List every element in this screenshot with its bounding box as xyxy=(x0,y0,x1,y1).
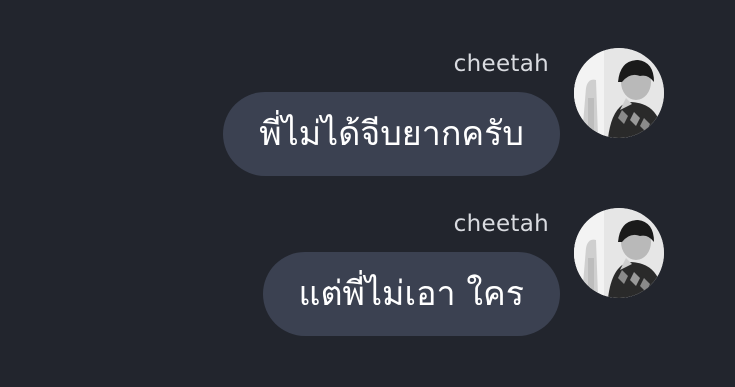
user-avatar-icon[interactable] xyxy=(574,208,664,298)
chat-thread: cheetah พี่ไม่ได้จีบยากครับ cheetah แต่พ… xyxy=(0,0,735,387)
sender-name: cheetah xyxy=(453,51,549,77)
sender-name: cheetah xyxy=(453,211,549,237)
user-avatar-icon[interactable] xyxy=(574,48,664,138)
message-bubble[interactable]: แต่พี่ไม่เอา ใคร xyxy=(262,252,560,336)
message-bubble[interactable]: พี่ไม่ได้จีบยากครับ xyxy=(223,92,560,176)
